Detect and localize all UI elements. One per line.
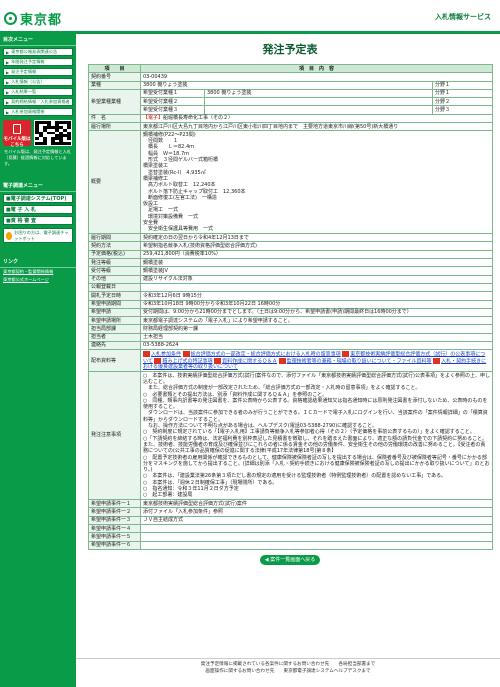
sidebar-section-title: 目次メニュー <box>0 34 76 46</box>
pdf-icon <box>143 350 150 357</box>
bid-info-service-link[interactable]: 入札情報サービス <box>435 12 491 22</box>
table-row: 概要 鋼橋補修(P22〜P23間) 径間数 １ 橋長 Ｌ＝82.4ｍ 幅員 Ｗ＝… <box>88 130 494 235</box>
table-row: 希望申請事件一２ 添付ファイル「入札参加条件」参照 <box>88 507 494 517</box>
table-row: 希望申請事件一４ <box>88 523 494 534</box>
site-header: 東京都 入札情報サービス <box>0 0 500 34</box>
table-row: 公報登載日 <box>88 282 494 293</box>
arrow-right-icon: ▶ <box>6 69 10 75</box>
location-value: 東京都江戸川区大島九丁目地内から江戸川区東小松川四丁目地内まで 主要地方道東京市… <box>139 122 494 132</box>
arrow-right-icon: ▶ <box>6 59 10 65</box>
arrow-right-icon: ▶ <box>6 79 10 85</box>
table-row: 発注注意事項 ○ 本案件は、技術実績評価型総合評価方式(試行)案件なので、添付フ… <box>88 371 494 501</box>
table-row: 開札予定日時 令和3年12月6日 9時15分 <box>88 291 494 301</box>
pdf-icon <box>154 357 162 364</box>
chatbot-banner[interactable]: お困りの方は、電子調達チャットボット <box>3 228 73 243</box>
table-row: 業種 3800 機りょう塗装 分野１ <box>88 80 494 90</box>
tokyo-emblem-icon <box>4 12 17 25</box>
electronic-tag: 【電子】 <box>143 115 164 122</box>
table-header-row: 項 目 項 目 内 容 <box>88 63 494 74</box>
table-row: 希望申請期間 令和3年10月18日 9時00分から令和3年10月22日 16時00… <box>88 299 494 309</box>
mobile-section: モバイル版はこちら <box>3 120 73 148</box>
table-row: 契約番号 03-00439 <box>88 72 494 82</box>
main-content: 発注予定表 項 目 項 目 内 容 契約番号 03-00439 業種 3800 … <box>88 34 494 565</box>
rank-label: 分野１ <box>431 80 494 90</box>
doc-link[interactable]: 総合評価方式の一部改定・総合評価方式における入札時の留意事項 <box>191 351 341 357</box>
sidebar-item-e-procurement[interactable]: ■ 電子調達システム(TOP) <box>3 194 73 203</box>
sidebar: 目次メニュー ▶ 東京都公報発表関連公告 ▶ 年間発注予定情報 ▶ 発注予定情報 ▶ 入… <box>0 34 76 687</box>
table-row: 希望受付業種２ 分野２ <box>89 97 494 107</box>
sidebar-item-gazette[interactable]: ▶ 東京都公報発表関連公告 <box>3 48 73 56</box>
pdf-icon <box>182 350 190 357</box>
mobile-phone-icon <box>13 124 21 134</box>
sidebar-item-bid-notice[interactable]: ▶ 入札情報（公告） <box>3 78 73 86</box>
qr-code-icon <box>34 120 72 146</box>
table-row: 希望受付業種３ 分野３ <box>89 105 494 115</box>
arrow-right-icon: ▶ <box>6 109 10 115</box>
sidebar-item-order-plan[interactable]: ▶ 発注予定情報 <box>3 68 73 76</box>
table-row: 希望申請場所 東京都電子調達システムの「電子入札」により希望申請すること。 <box>88 316 494 326</box>
logo-text: 東京都 <box>20 13 63 28</box>
column-header-content: 項 目 内 容 <box>139 63 494 74</box>
sidebar-item-qualification-review[interactable]: ■ 資 格 審 査 <box>3 216 73 225</box>
page-footer: 発注予定情報に掲載されている各案件に関するお問い合わせ先 各局担当部署まで 画面… <box>76 658 500 675</box>
industry-value: 3800 機りょう塗装 <box>140 80 433 90</box>
doc-link[interactable]: 監理技術者等の兼務・現場の取り扱いについて・ファイル資料等 <box>287 358 432 364</box>
column-header-item: 項 目 <box>88 63 141 74</box>
table-row: 希望申請事件一３ ＪＶ自主結成方式 <box>88 515 494 526</box>
doc-link[interactable]: 入札参加条件 <box>151 351 181 357</box>
sidebar-item-e-bidding[interactable]: ■ 電 子 入 札 <box>3 205 73 214</box>
table-row: 希望申請 受付期間は、9:00分から21時00分までとします。（土日は9:00分か… <box>88 307 494 318</box>
footer-line-1: 発注予定情報に掲載されている各案件に関するお問い合わせ先 各局担当部署まで <box>200 662 376 667</box>
table-row: 希望申請事件一５ <box>88 532 494 542</box>
project-name: 【電子】船堀橋長寿命化工事（その２） <box>139 113 494 124</box>
table-row: 希望業種業種 希望受付業種１ 3800 機りょう塗装 分野１ <box>88 88 494 115</box>
pdf-icon <box>342 350 350 357</box>
tokyo-logo[interactable]: 東京都 <box>4 9 62 28</box>
pdf-icon <box>214 357 222 364</box>
table-row: 受付等級 鋼橋塗装JV <box>88 266 494 276</box>
table-row: その他 建設リサイクル法対象 <box>88 274 494 284</box>
summary-value: 鋼橋補修(P22〜P23間) 径間数 １ 橋長 Ｌ＝82.4ｍ 幅員 Ｗ＝18.… <box>139 130 494 235</box>
table-row: 契約方法 希望制指名競争入札(技術資格評価型総合評価方式) <box>88 241 494 251</box>
table-row: 連絡先 03-5388-2624 <box>88 340 494 351</box>
table-row: 担当局部課 財務局経理部契約第一課 <box>88 324 494 334</box>
footer-line-2: 画面操作に関するお問い合わせ先 東京都電子調達システムヘルプデスクまで <box>205 669 371 674</box>
notes-value: ○ 本案件は、技術実績評価型総合評価方式(試行)案件なので、添付ファイル「東京都… <box>139 371 494 501</box>
order-plan-table: 項 目 項 目 内 容 契約番号 03-00439 業種 3800 機りょう塗装… <box>88 63 494 550</box>
sidebar-item-annual-plan[interactable]: ▶ 年間発注予定情報 <box>3 58 73 66</box>
table-row: 希望申請事件一６ <box>88 540 494 550</box>
table-row: 履行期間 契約確定の日の翌日から令和4年12月13日まで <box>88 233 494 243</box>
arrow-right-icon: ▶ <box>6 89 10 95</box>
mobile-description: モバイル版は、発注予定情報と入札（見積）経過情報に対応しています。 <box>4 149 72 166</box>
page-title: 発注予定表 <box>262 43 318 56</box>
chatbot-icon <box>6 231 13 240</box>
table-row: 履行場所 東京都江戸川区大島九丁目地内から江戸川区東小松川四丁目地内まで 主要地… <box>88 122 494 132</box>
mobile-site-button[interactable]: モバイル版はこちら <box>3 120 31 148</box>
table-row: 発注等級 鋼橋塗装 <box>88 257 494 268</box>
pdf-icon <box>278 357 286 364</box>
arrow-right-icon: ▶ <box>6 49 10 55</box>
table-row: 配布資料等 入札参加条件 総合評価方式の一部改定・総合評価方式における入札時の留… <box>88 349 494 373</box>
sidebar-link-official-site[interactable]: 東京都公式ホームページ <box>0 276 76 284</box>
table-row: 担当者 土木担当 <box>88 332 494 343</box>
sidebar-item-bid-results[interactable]: ▶ 入札結果一覧 <box>3 88 73 96</box>
table-row: 希望申請事件一１ 東京都技術実績評価型総合評価方式(試行)案件 <box>88 499 494 509</box>
table-row: 予定価格(税込) 259,421,800円（消費税率10%） <box>88 249 494 260</box>
contract-number: 03-00439 <box>139 72 494 82</box>
sidebar-link-contract-info[interactable]: 東京都契約・監督関係情報 <box>0 268 76 276</box>
sidebar-item-contracts[interactable]: ▶ 契約締結情報／入札参加資格者 <box>3 98 73 106</box>
back-to-list-button[interactable]: ◀ 案件一覧画面へ戻る <box>260 554 320 565</box>
arrow-right-icon: ▶ <box>6 99 10 105</box>
table-row: 件 名 【電子】船堀橋長寿命化工事（その２） <box>88 113 494 124</box>
sidebar-section-title-3: リンク <box>0 256 76 268</box>
document-links: 入札参加条件 総合評価方式の一部改定・総合評価方式における入札時の留意事項 東京… <box>139 349 494 373</box>
sidebar-item-qualification[interactable]: ▶ 入札参加資格関係 <box>3 108 73 116</box>
pdf-icon <box>433 357 441 364</box>
sidebar-section-title-2: 電子調達メニュー <box>0 180 76 192</box>
